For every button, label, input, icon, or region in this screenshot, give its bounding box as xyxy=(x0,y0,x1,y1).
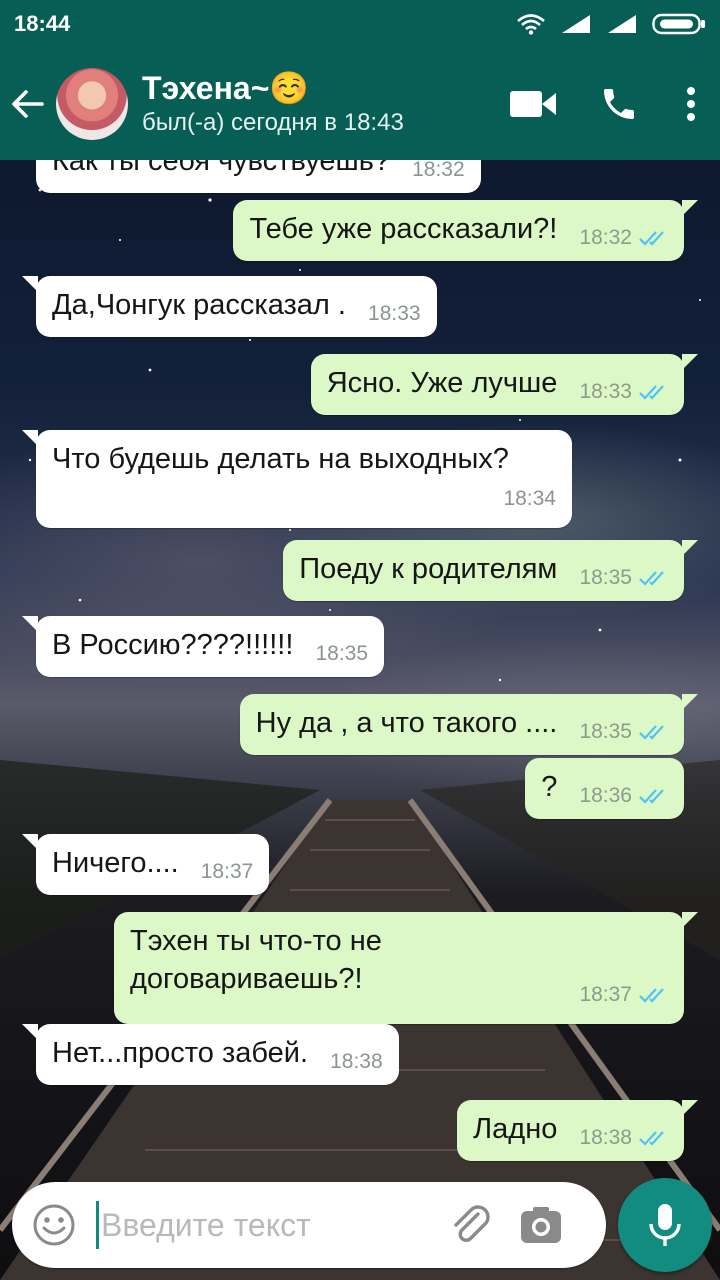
message-meta: 18:32 xyxy=(412,160,465,189)
message-incoming[interactable]: В Россию????!!!!!! 18:35 xyxy=(21,616,385,677)
message-meta: 18:32 xyxy=(579,219,668,257)
message-meta: 18:35 xyxy=(579,713,668,751)
more-options-button[interactable] xyxy=(662,48,720,160)
double-check-icon xyxy=(639,789,664,804)
contact-avatar[interactable] xyxy=(56,68,128,140)
double-check-icon xyxy=(639,571,664,586)
message-text: Ясно. Уже лучше xyxy=(326,367,558,399)
text-caret xyxy=(96,1201,99,1249)
camera-button[interactable] xyxy=(511,1195,571,1255)
wifi-icon xyxy=(517,14,545,35)
message-text: Тебе уже рассказали?! xyxy=(249,213,558,245)
message-outgoing[interactable]: Тебе уже рассказали?! 18:32 xyxy=(233,200,698,261)
message-incoming[interactable]: Да,Чонгук рассказал . 18:33 xyxy=(22,276,437,337)
message-incoming[interactable]: Что будешь делать на выходных? 18:34 xyxy=(22,430,572,528)
emoji-button[interactable] xyxy=(28,1199,80,1251)
composer-bar xyxy=(12,1182,606,1268)
message-meta: 18:35 xyxy=(315,635,368,673)
message-text: ? xyxy=(541,771,558,803)
message-meta: 18:34 xyxy=(52,480,556,518)
message-outgoing[interactable]: Поеду к родителям 18:35 xyxy=(283,540,698,601)
message-time: 18:36 xyxy=(579,784,632,807)
message-text: Как ты себя чувствуешь? xyxy=(52,160,391,177)
message-time: 18:37 xyxy=(579,983,632,1006)
message-meta: 18:37 xyxy=(130,976,668,1014)
message-meta: 18:35 xyxy=(579,559,668,597)
message-time: 18:33 xyxy=(579,380,632,403)
message-meta: 18:36 xyxy=(579,777,668,815)
message-time: 18:32 xyxy=(412,160,465,181)
attach-button[interactable] xyxy=(441,1195,501,1255)
message-text: Поеду к родителям xyxy=(299,553,558,585)
message-time: 18:38 xyxy=(579,1126,632,1149)
contact-last-seen: был(-а) сегодня в 18:43 xyxy=(142,109,404,136)
message-time: 18:35 xyxy=(579,566,632,589)
message-outgoing[interactable]: Тэхен ты что-то не договариваешь?! 18:37 xyxy=(114,912,698,1024)
mic-icon xyxy=(649,1204,681,1246)
message-time: 18:35 xyxy=(579,720,632,743)
videocam-icon xyxy=(510,91,556,117)
message-text: Ничего.... xyxy=(52,847,179,879)
signal-icon xyxy=(562,15,590,33)
message-incoming[interactable]: Ничего.... 18:37 xyxy=(21,834,270,895)
message-text: Да,Чонгук рассказал . xyxy=(52,289,346,321)
more-vert-icon xyxy=(687,87,695,121)
message-time: 18:33 xyxy=(368,302,421,325)
message-time: 18:35 xyxy=(315,642,369,665)
message-outgoing[interactable]: Ну да , а что такого .... 18:35 xyxy=(239,694,699,755)
message-incoming[interactable]: Нет...просто забей. 18:38 xyxy=(22,1024,399,1085)
message-time: 18:38 xyxy=(330,1050,383,1073)
message-input[interactable] xyxy=(101,1206,431,1244)
battery-icon xyxy=(652,13,705,35)
mic-button[interactable] xyxy=(618,1178,712,1272)
arrow-left-icon xyxy=(12,90,44,118)
video-call-button[interactable] xyxy=(490,48,576,160)
message-text: Ну да , а что такого .... xyxy=(255,707,558,739)
message-text: Что будешь делать на выходных? xyxy=(52,443,509,475)
double-check-icon xyxy=(639,725,664,740)
message-time: 18:32 xyxy=(579,226,632,249)
message-list[interactable]: Как ты себя чувствуешь? 18:32 Тебе уже р… xyxy=(0,160,720,1170)
double-check-icon xyxy=(639,1131,664,1146)
double-check-icon xyxy=(639,385,664,400)
message-text: В Россию????!!!!!! xyxy=(52,629,294,661)
message-meta: 18:33 xyxy=(579,373,668,411)
emoji-icon xyxy=(33,1204,75,1246)
camera-icon xyxy=(521,1207,561,1243)
status-time: 18:44 xyxy=(14,11,71,36)
message-outgoing[interactable]: Ладно 18:38 xyxy=(457,1100,698,1161)
status-icons xyxy=(516,13,706,35)
message-meta: 18:38 xyxy=(579,1119,668,1157)
message-meta: 18:37 xyxy=(201,853,254,891)
header-actions xyxy=(490,48,720,160)
chat-header: Тэхена~☺️ был(-а) сегодня в 18:43 xyxy=(0,48,720,160)
double-check-icon xyxy=(639,231,664,246)
contact-info[interactable]: Тэхена~☺️ был(-а) сегодня в 18:43 xyxy=(142,69,404,139)
contact-name: Тэхена~☺️ xyxy=(142,70,310,106)
message-time: 18:34 xyxy=(503,487,556,510)
back-button[interactable] xyxy=(0,48,56,160)
paperclip-icon xyxy=(454,1205,490,1242)
message-meta: 18:33 xyxy=(368,295,421,333)
message-outgoing[interactable]: ? 18:36 xyxy=(525,758,684,819)
message-time: 18:37 xyxy=(200,860,254,883)
phone-icon xyxy=(604,89,634,119)
voice-call-button[interactable] xyxy=(576,48,662,160)
double-check-icon xyxy=(639,988,664,1003)
message-text: Ладно xyxy=(473,1113,558,1145)
signal-icon-2 xyxy=(608,15,636,33)
message-incoming[interactable]: Как ты себя чувствуешь? 18:32 xyxy=(36,160,481,193)
message-meta: 18:38 xyxy=(330,1043,383,1081)
status-bar: 18:44 xyxy=(0,0,720,48)
message-text: Нет...просто забей. xyxy=(52,1037,309,1069)
message-outgoing[interactable]: Ясно. Уже лучше 18:33 xyxy=(310,354,699,415)
